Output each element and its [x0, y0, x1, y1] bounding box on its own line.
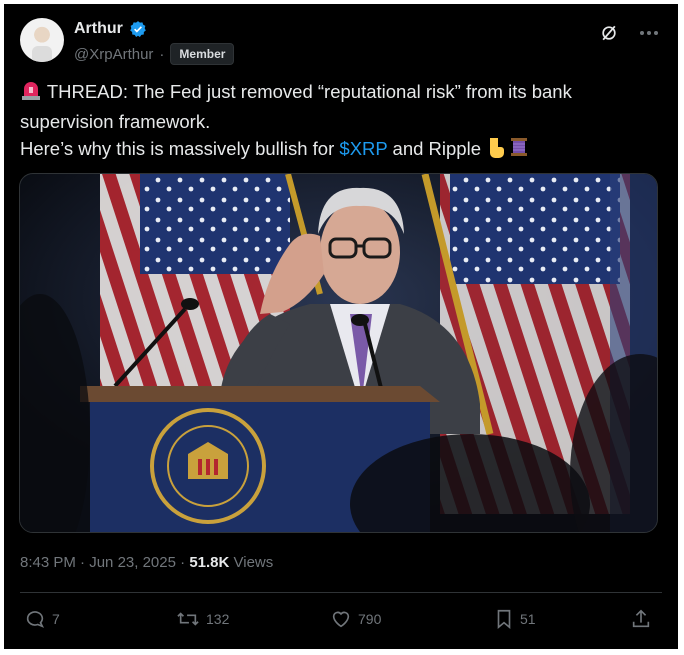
- bookmark-count: 51: [520, 611, 536, 627]
- tweet-line-1-text: THREAD: The Fed just removed “reputation…: [46, 81, 572, 102]
- tweet-line-1: THREAD: The Fed just removed “reputation…: [20, 78, 660, 108]
- views-count[interactable]: 51.8K: [189, 554, 229, 571]
- divider: [20, 592, 662, 593]
- handle-row: @XrpArthur · Member: [74, 43, 235, 65]
- bookmark-icon: [497, 609, 511, 630]
- tweet-card: Arthur @XrpArthur · Member THREAD: The F…: [4, 4, 678, 649]
- like-button[interactable]: 790: [330, 608, 381, 630]
- views-label: Views: [233, 554, 274, 571]
- repost-button[interactable]: 132: [176, 608, 229, 630]
- action-bar: 7 132 790 51: [20, 608, 660, 634]
- reply-icon: [26, 611, 45, 628]
- more-icon[interactable]: [638, 22, 660, 44]
- tweet-photo[interactable]: [19, 173, 658, 533]
- meta-dot: ·: [180, 554, 186, 571]
- like-icon: [332, 611, 350, 628]
- tweet-line-3-after: and Ripple: [387, 138, 487, 159]
- reply-count: 7: [52, 611, 60, 627]
- reply-button[interactable]: 7: [24, 608, 60, 630]
- tweet-date[interactable]: Jun 23, 2025: [89, 554, 176, 571]
- cashtag-link[interactable]: $XRP: [339, 138, 387, 159]
- separator-dot: ·: [159, 45, 165, 63]
- share-button[interactable]: [630, 608, 652, 630]
- avatar[interactable]: [20, 18, 64, 62]
- verified-badge-icon: [130, 21, 146, 37]
- author-name[interactable]: Arthur: [74, 20, 123, 38]
- tweet-text: THREAD: The Fed just removed “reputation…: [20, 78, 660, 165]
- repost-count: 132: [206, 611, 230, 627]
- member-badge[interactable]: Member: [170, 43, 235, 65]
- tweet-meta: 8:43 PM · Jun 23, 2025 · 51.8K Views: [20, 554, 273, 571]
- bookmark-button[interactable]: 51: [494, 608, 536, 630]
- photo-fed-press-conference: [20, 174, 657, 532]
- meta-dot: ·: [80, 554, 86, 571]
- share-icon: [632, 609, 650, 628]
- author-handle[interactable]: @XrpArthur: [74, 46, 153, 63]
- tweet-line-3-before: Here’s why this is massively bullish for: [20, 138, 340, 159]
- like-count: 790: [358, 611, 382, 627]
- siren-emoji: [20, 81, 42, 108]
- point-down-thread-emoji: [486, 136, 530, 165]
- author-name-row[interactable]: Arthur: [74, 20, 147, 38]
- repost-icon: [177, 612, 199, 626]
- tweet-time[interactable]: 8:43 PM: [20, 554, 76, 571]
- tweet-line-3: Here’s why this is massively bullish for…: [20, 135, 660, 165]
- top-actions: [598, 22, 660, 44]
- grok-icon[interactable]: [598, 22, 620, 44]
- tweet-line-2: supervision framework.: [20, 111, 211, 132]
